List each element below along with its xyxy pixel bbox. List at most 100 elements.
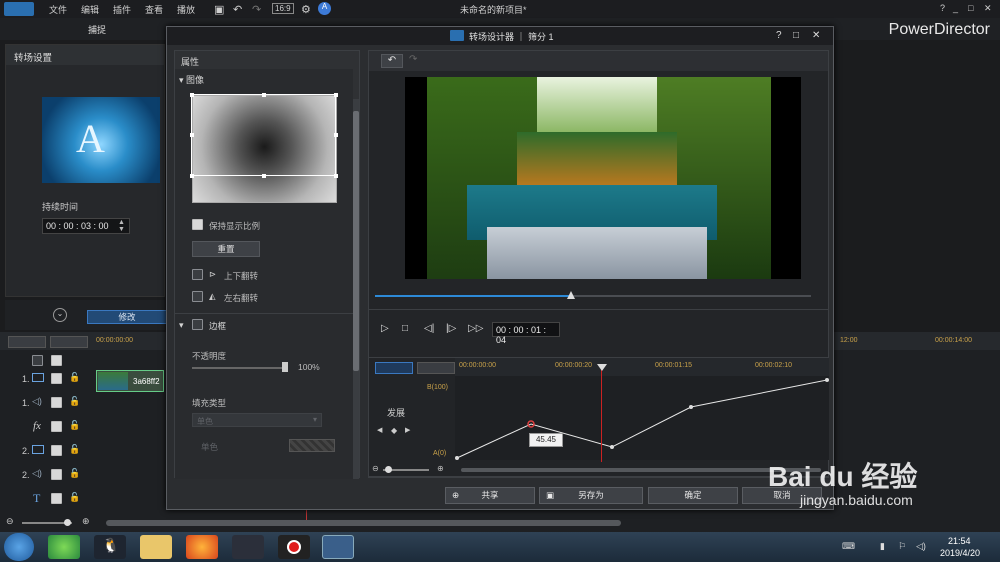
track-enable-checkbox[interactable]: [51, 355, 62, 366]
resize-handle[interactable]: [262, 174, 266, 178]
media-app-icon[interactable]: [232, 535, 264, 559]
flip-horizontal-checkbox[interactable]: [192, 291, 203, 302]
menu-edit[interactable]: 编辑: [81, 3, 99, 16]
keyframe-point[interactable]: [455, 456, 459, 460]
opacity-slider-handle[interactable]: [282, 362, 288, 372]
dialog-close-button[interactable]: ✕: [812, 30, 820, 41]
qq-icon[interactable]: 🐧: [94, 535, 126, 559]
track-enable-checkbox[interactable]: [51, 493, 62, 504]
powerdirector-taskbar-icon[interactable]: [322, 535, 354, 559]
flip-vertical-checkbox[interactable]: [192, 269, 203, 280]
flag-icon[interactable]: ⚐: [898, 541, 906, 552]
menu-file[interactable]: 文件: [49, 3, 67, 16]
undo-icon[interactable]: ↶: [381, 54, 403, 68]
properties-scrollbar[interactable]: [353, 99, 359, 479]
tab-capture[interactable]: 捕捉: [88, 23, 168, 39]
stop-icon[interactable]: □: [402, 323, 408, 334]
start-button[interactable]: [4, 533, 34, 561]
resize-handle[interactable]: [262, 93, 266, 97]
zoom-in-icon[interactable]: ⊕: [82, 516, 90, 527]
next-keyframe-icon[interactable]: ▶: [405, 426, 410, 434]
fast-forward-icon[interactable]: ▷▷: [468, 323, 483, 334]
help-button[interactable]: ?: [940, 3, 945, 13]
lock-icon[interactable]: 🔓: [69, 468, 80, 479]
modify-button[interactable]: 修改: [87, 310, 167, 324]
track-visible-checkbox[interactable]: [32, 355, 43, 366]
resize-handle[interactable]: [190, 174, 194, 178]
add-keyframe-icon[interactable]: ◆: [391, 426, 397, 435]
lock-icon[interactable]: 🔓: [69, 372, 80, 383]
volume-icon[interactable]: ◁): [916, 541, 926, 552]
keyframe-point[interactable]: [689, 405, 693, 409]
color-swatch[interactable]: [289, 439, 335, 452]
tray-icon[interactable]: ▮: [880, 541, 885, 552]
settings-gear-icon[interactable]: ⚙: [301, 3, 311, 16]
prev-keyframe-icon[interactable]: ◀: [377, 426, 382, 434]
resize-handle[interactable]: [190, 133, 194, 137]
image-section-header[interactable]: ▾ 图像: [179, 73, 204, 86]
next-frame-icon[interactable]: |▷: [446, 323, 456, 334]
duration-stepper-icon[interactable]: ▲ ▼: [118, 219, 125, 233]
restore-button[interactable]: □: [968, 3, 973, 13]
upgrade-icon[interactable]: A: [318, 2, 331, 15]
playhead-marker-icon[interactable]: [597, 364, 607, 371]
firefox-icon[interactable]: [186, 535, 218, 559]
clock-date[interactable]: 2019/4/20: [940, 548, 980, 558]
zoom-slider-handle[interactable]: [64, 519, 71, 526]
seek-handle[interactable]: [567, 291, 576, 299]
scrollbar-thumb[interactable]: [353, 111, 359, 371]
redo-icon[interactable]: ↷: [252, 3, 261, 16]
resize-handle[interactable]: [334, 133, 338, 137]
reset-button[interactable]: 重置: [192, 241, 260, 257]
border-checkbox[interactable]: [192, 319, 203, 330]
duration-input[interactable]: 00 : 00 : 03 : 00: [42, 218, 130, 234]
ok-button[interactable]: 确定: [648, 487, 738, 504]
fit-timeline-button[interactable]: [50, 336, 88, 348]
chevron-down-icon[interactable]: ⌄: [53, 308, 67, 322]
zoom-out-icon[interactable]: ⊖: [372, 464, 379, 473]
preview-timecode[interactable]: 00 : 00 : 01 : 04: [492, 322, 560, 345]
zoom-out-icon[interactable]: ⊖: [6, 516, 14, 527]
aspect-ratio-icon[interactable]: 16:9: [272, 3, 294, 14]
menu-plugins[interactable]: 插件: [113, 3, 131, 16]
timeline-scrollbar[interactable]: [106, 520, 621, 526]
lock-icon[interactable]: 🔓: [69, 444, 80, 455]
keyframe-zoom-handle[interactable]: [385, 466, 392, 473]
resize-handle[interactable]: [334, 174, 338, 178]
mask-image-preview[interactable]: [190, 93, 338, 203]
keyframe-mode-button[interactable]: [375, 362, 413, 374]
redo-icon[interactable]: ↷: [409, 54, 417, 65]
track-enable-checkbox[interactable]: [51, 469, 62, 480]
undo-icon[interactable]: ↶: [233, 3, 242, 16]
app-icon-360[interactable]: [48, 535, 80, 559]
share-button[interactable]: ⊕ 共享: [445, 487, 535, 504]
dialog-maximize-button[interactable]: □: [793, 30, 799, 41]
previous-frame-icon[interactable]: ◁|: [424, 323, 434, 334]
lock-icon[interactable]: 🔓: [69, 492, 80, 503]
video-clip[interactable]: 3a68ff2: [96, 370, 164, 392]
fill-type-select[interactable]: 单色 ▾: [192, 413, 322, 427]
keyframe-point[interactable]: [610, 445, 614, 449]
save-icon[interactable]: ▣: [214, 3, 224, 16]
preview-seek-bar[interactable]: [375, 295, 811, 297]
lock-icon[interactable]: 🔓: [69, 420, 80, 431]
track-enable-checkbox[interactable]: [51, 421, 62, 432]
keyframe-scrollbar[interactable]: [461, 468, 821, 472]
close-button[interactable]: ✕: [984, 3, 992, 14]
keyframe-graph-area[interactable]: [455, 376, 829, 460]
record-app-icon[interactable]: [278, 535, 310, 559]
file-explorer-icon[interactable]: [140, 535, 172, 559]
keep-ratio-checkbox[interactable]: [192, 219, 203, 230]
border-section-arrow[interactable]: ▾: [179, 320, 184, 331]
track-manager-button[interactable]: [8, 336, 46, 348]
lock-icon[interactable]: 🔓: [69, 396, 80, 407]
menu-view[interactable]: 查看: [145, 3, 163, 16]
menu-playback[interactable]: 播放: [177, 3, 195, 16]
save-as-button[interactable]: ▣ 另存为: [539, 487, 643, 504]
track-enable-checkbox[interactable]: [51, 445, 62, 456]
dialog-help-button[interactable]: ?: [776, 30, 782, 41]
minimize-button[interactable]: _: [953, 3, 958, 13]
resize-handle[interactable]: [190, 93, 194, 97]
zoom-in-icon[interactable]: ⊕: [437, 464, 444, 473]
keyframe-point[interactable]: [825, 378, 829, 382]
